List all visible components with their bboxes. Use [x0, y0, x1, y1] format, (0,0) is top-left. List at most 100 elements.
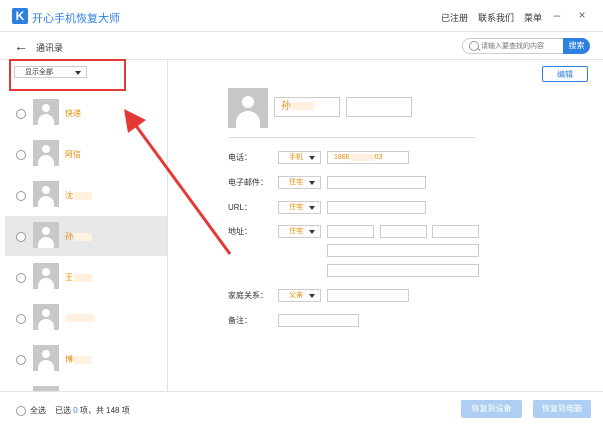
list-item[interactable]: 王: [5, 257, 167, 297]
email-type-select[interactable]: 住宅: [278, 176, 321, 189]
address-type-value: 住宅: [289, 228, 303, 235]
avatar: [33, 304, 59, 330]
restore-to-pc-button[interactable]: 恢复到电脑: [533, 400, 591, 418]
phone-type-value: 手机: [289, 154, 303, 161]
contact-name: 孙: [65, 231, 92, 242]
list-item-selected[interactable]: 孙: [5, 216, 167, 256]
chevron-down-icon: [309, 294, 315, 298]
registered-link[interactable]: 已注册: [441, 11, 468, 24]
contact-name: [65, 313, 94, 322]
avatar: [33, 345, 59, 371]
blur-mask: [74, 191, 92, 200]
avatar: [33, 140, 59, 166]
selected-suffix: 项: [121, 406, 130, 415]
contact-radio[interactable]: [16, 355, 26, 365]
divider: [228, 137, 476, 138]
url-input[interactable]: [327, 201, 426, 214]
list-item[interactable]: 沈: [5, 175, 167, 215]
family-type-select[interactable]: 父亲: [278, 289, 321, 302]
restore-to-device-button[interactable]: 恢复到设备: [461, 400, 522, 418]
address-region-input[interactable]: [432, 225, 479, 238]
contact-name-text: 孙: [65, 232, 73, 241]
first-name-text: 孙: [281, 101, 291, 112]
contact-avatar-large: [228, 88, 268, 128]
list-item[interactable]: [5, 298, 167, 338]
list-item[interactable]: 博: [5, 339, 167, 379]
menu-link[interactable]: 菜单: [524, 11, 542, 24]
selection-summary: 已选 0 项，共 148 项: [55, 405, 130, 416]
search-icon: [469, 41, 479, 51]
family-input[interactable]: [327, 289, 409, 302]
search-button[interactable]: 搜索: [563, 38, 590, 54]
contact-radio[interactable]: [16, 191, 26, 201]
search-box[interactable]: [462, 38, 564, 54]
note-input[interactable]: [278, 314, 359, 327]
address-type-select[interactable]: 住宅: [278, 225, 321, 238]
email-label: 电子邮件：: [228, 178, 268, 187]
selected-mid: 项，共: [79, 406, 104, 415]
family-label: 家庭关系：: [228, 291, 268, 300]
address-street-input[interactable]: [327, 225, 374, 238]
last-name-field[interactable]: [346, 97, 412, 117]
contact-list-panel: 显示全部 快递 阿信 沈 孙 王 博: [5, 60, 168, 391]
contact-radio[interactable]: [16, 232, 26, 242]
contact-name: 阿信: [65, 150, 81, 159]
avatar: [33, 263, 59, 289]
select-all-label[interactable]: 全选: [30, 405, 46, 416]
app-title: 开心手机恢复大师: [32, 13, 120, 25]
contact-name: 快递: [65, 109, 81, 118]
contact-radio[interactable]: [16, 109, 26, 119]
contact-name-text: 沈: [65, 191, 73, 200]
chevron-down-icon: [309, 181, 315, 185]
selected-count: 0: [73, 406, 78, 415]
contact-us-link[interactable]: 联系我们: [478, 11, 514, 24]
list-item[interactable]: [5, 380, 167, 391]
page-title: 通讯录: [36, 43, 64, 53]
avatar: [33, 222, 59, 248]
selected-prefix: 已选: [55, 406, 71, 415]
email-input[interactable]: [327, 176, 426, 189]
family-type-value: 父亲: [289, 292, 303, 299]
phone-value-start: 1866: [334, 154, 350, 161]
address-line2-input[interactable]: [327, 244, 479, 257]
chevron-down-icon: [309, 156, 315, 160]
avatar: [33, 99, 59, 125]
url-type-value: 住宅: [289, 204, 303, 211]
phone-type-select[interactable]: 手机: [278, 151, 321, 164]
contact-radio[interactable]: [16, 150, 26, 160]
edit-button[interactable]: 编辑: [542, 66, 588, 82]
footer-bar: 全选 已选 0 项，共 148 项 恢复到设备 恢复到电脑: [0, 391, 603, 427]
email-type-value: 住宅: [289, 179, 303, 186]
annotation-highlight-box: [9, 59, 126, 91]
close-icon[interactable]: ×: [575, 8, 589, 22]
url-type-select[interactable]: 住宅: [278, 201, 321, 214]
first-name-field[interactable]: 孙: [274, 97, 340, 117]
chevron-down-icon: [309, 206, 315, 210]
select-all-radio[interactable]: [16, 406, 26, 416]
search-input[interactable]: [481, 40, 561, 52]
contact-radio[interactable]: [16, 314, 26, 324]
contact-name: 王: [65, 272, 92, 283]
blur-mask: [74, 355, 92, 364]
note-label: 备注：: [228, 316, 252, 325]
address-city-input[interactable]: [380, 225, 427, 238]
contact-name: 沈: [65, 190, 92, 201]
contact-name-text: 博: [65, 355, 73, 364]
phone-input[interactable]: 1866 03: [327, 151, 409, 164]
address-label: 地址：: [228, 227, 252, 236]
minimize-icon[interactable]: –: [550, 8, 564, 22]
blur-mask: [66, 313, 94, 322]
contact-name-text: 王: [65, 273, 73, 282]
back-arrow-icon[interactable]: ←: [14, 38, 28, 54]
list-item[interactable]: 阿信: [5, 134, 167, 174]
blur-mask: [350, 153, 375, 161]
blur-mask: [74, 273, 92, 282]
url-label: URL：: [228, 203, 253, 212]
address-line3-input[interactable]: [327, 264, 479, 277]
chevron-down-icon: [309, 230, 315, 234]
phone-value-end: 03: [374, 154, 383, 161]
contact-radio[interactable]: [16, 273, 26, 283]
avatar: [33, 181, 59, 207]
blur-mask: [292, 102, 314, 111]
list-item[interactable]: 快递: [5, 93, 167, 133]
